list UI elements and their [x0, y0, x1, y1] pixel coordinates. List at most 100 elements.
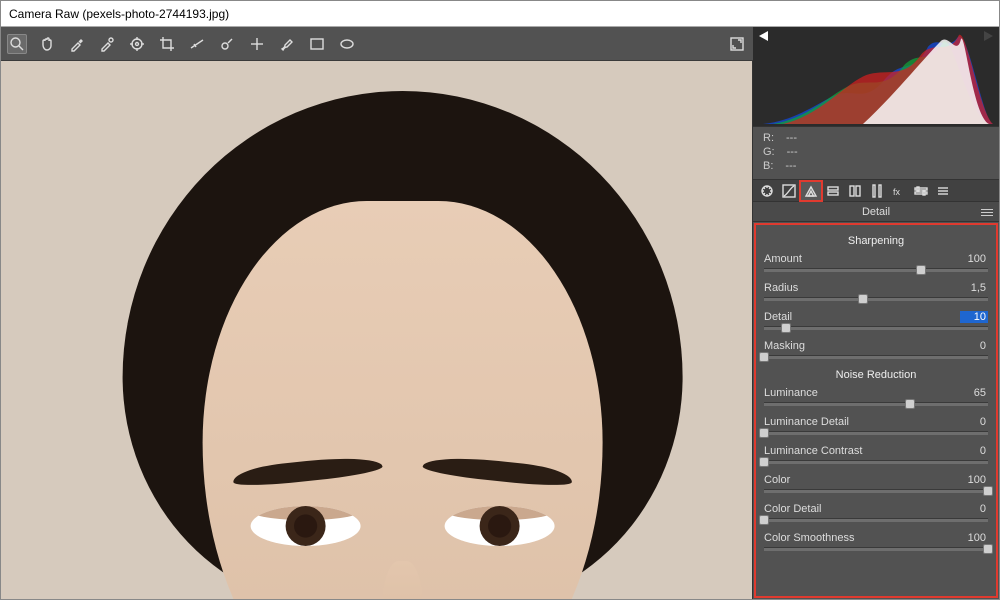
color-slider: Color 100	[764, 474, 988, 493]
noise-title: Noise Reduction	[764, 369, 988, 381]
title-text: Camera Raw (pexels-photo-2744193.jpg)	[9, 7, 229, 21]
luminance-contrast-track[interactable]	[764, 460, 988, 464]
luminance-thumb[interactable]	[905, 399, 915, 409]
body: R:--- G:--- B:--- fx Detail Sharpeni	[1, 27, 999, 599]
luminance-slider: Luminance 65	[764, 387, 988, 406]
tab-detail-icon[interactable]	[801, 182, 821, 200]
g-value: ---	[787, 145, 798, 159]
spot-removal-icon[interactable]	[217, 34, 237, 54]
top-toolbar	[1, 27, 753, 61]
luminance-label: Luminance	[764, 387, 818, 399]
detail-track[interactable]	[764, 326, 988, 330]
radius-track[interactable]	[764, 297, 988, 301]
masking-thumb[interactable]	[759, 352, 769, 362]
color-thumb[interactable]	[983, 486, 993, 496]
panel-title-text: Detail	[862, 206, 890, 218]
color-smoothness-label: Color Smoothness	[764, 532, 855, 544]
amount-track[interactable]	[764, 268, 988, 272]
color-label: Color	[764, 474, 790, 486]
r-value: ---	[786, 131, 797, 145]
tab-tonecurve-icon[interactable]	[779, 182, 799, 200]
luminance-track[interactable]	[764, 402, 988, 406]
b-value: ---	[785, 159, 796, 173]
color-smoothness-value[interactable]: 100	[960, 532, 988, 544]
photo-placeholder	[82, 91, 722, 599]
panel-menu-icon[interactable]	[981, 207, 993, 217]
detail-label: Detail	[764, 311, 792, 323]
color-smoothness-slider: Color Smoothness 100	[764, 532, 988, 551]
luminance-contrast-value[interactable]: 0	[960, 445, 988, 457]
panel-tabs: fx	[753, 180, 999, 202]
amount-value[interactable]: 100	[960, 253, 988, 265]
fullscreen-toggle-icon[interactable]	[727, 34, 747, 54]
color-detail-track[interactable]	[764, 518, 988, 522]
b-label: B:	[763, 159, 773, 173]
luminance-contrast-label: Luminance Contrast	[764, 445, 862, 457]
color-detail-slider: Color Detail 0	[764, 503, 988, 522]
titlebar: Camera Raw (pexels-photo-2744193.jpg)	[1, 1, 999, 27]
masking-label: Masking	[764, 340, 805, 352]
color-value[interactable]: 100	[960, 474, 988, 486]
luminance-value[interactable]: 65	[960, 387, 988, 399]
luminance-detail-slider: Luminance Detail 0	[764, 416, 988, 435]
masking-track[interactable]	[764, 355, 988, 359]
radius-thumb[interactable]	[858, 294, 868, 304]
color-smoothness-thumb[interactable]	[983, 544, 993, 554]
panel-title-bar: Detail	[753, 202, 999, 222]
tab-splittone-icon[interactable]	[845, 182, 865, 200]
detail-value[interactable]: 10	[960, 311, 988, 323]
color-track[interactable]	[764, 489, 988, 493]
right-panel: R:--- G:--- B:--- fx Detail Sharpeni	[753, 27, 999, 599]
luminance-detail-label: Luminance Detail	[764, 416, 849, 428]
color-smoothness-track[interactable]	[764, 547, 988, 551]
graduated-filter-icon[interactable]	[307, 34, 327, 54]
radial-filter-icon[interactable]	[337, 34, 357, 54]
color-detail-label: Color Detail	[764, 503, 821, 515]
hand-tool-icon[interactable]	[37, 34, 57, 54]
svg-text:fx: fx	[893, 187, 901, 197]
tab-fx-icon[interactable]: fx	[889, 182, 909, 200]
radius-value[interactable]: 1,5	[960, 282, 988, 294]
tab-basic-icon[interactable]	[757, 182, 777, 200]
radius-label: Radius	[764, 282, 798, 294]
luminance-contrast-thumb[interactable]	[759, 457, 769, 467]
sharpening-title: Sharpening	[764, 235, 988, 247]
color-detail-thumb[interactable]	[759, 515, 769, 525]
masking-slider: Masking 0	[764, 340, 988, 359]
shadow-clip-icon[interactable]	[759, 31, 768, 41]
adjustment-brush-icon[interactable]	[277, 34, 297, 54]
rgb-readout: R: --- G: --- B: ---	[753, 127, 999, 180]
image-canvas[interactable]	[1, 61, 753, 599]
luminance-detail-track[interactable]	[764, 431, 988, 435]
tab-hsl-icon[interactable]	[823, 182, 843, 200]
luminance-detail-thumb[interactable]	[759, 428, 769, 438]
radius-slider: Radius 1,5	[764, 282, 988, 301]
histogram-svg	[753, 27, 999, 126]
eyedropper-icon[interactable]	[67, 34, 87, 54]
amount-thumb[interactable]	[916, 265, 926, 275]
left-pane	[1, 27, 753, 599]
luminance-contrast-slider: Luminance Contrast 0	[764, 445, 988, 464]
camera-raw-window: Camera Raw (pexels-photo-2744193.jpg)	[0, 0, 1000, 600]
amount-label: Amount	[764, 253, 802, 265]
g-label: G:	[763, 145, 775, 159]
straighten-tool-icon[interactable]	[187, 34, 207, 54]
luminance-detail-value[interactable]: 0	[960, 416, 988, 428]
tab-calibration-icon[interactable]	[911, 182, 931, 200]
highlight-clip-icon[interactable]	[984, 31, 993, 41]
tab-lens-icon[interactable]	[867, 182, 887, 200]
masking-value[interactable]: 0	[960, 340, 988, 352]
detail-thumb[interactable]	[781, 323, 791, 333]
detail-panel: Sharpening Amount100 Radius1,5 Detail10 …	[754, 223, 998, 598]
crop-tool-icon[interactable]	[157, 34, 177, 54]
color-detail-value[interactable]: 0	[960, 503, 988, 515]
r-label: R:	[763, 131, 774, 145]
redeye-tool-icon[interactable]	[247, 34, 267, 54]
tab-presets-icon[interactable]	[933, 182, 953, 200]
amount-slider: Amount 100	[764, 253, 988, 272]
color-sampler-icon[interactable]	[97, 34, 117, 54]
histogram[interactable]	[753, 27, 999, 127]
detail-slider: Detail 10	[764, 311, 988, 330]
targeted-adjust-icon[interactable]	[127, 34, 147, 54]
zoom-tool-icon[interactable]	[7, 34, 27, 54]
